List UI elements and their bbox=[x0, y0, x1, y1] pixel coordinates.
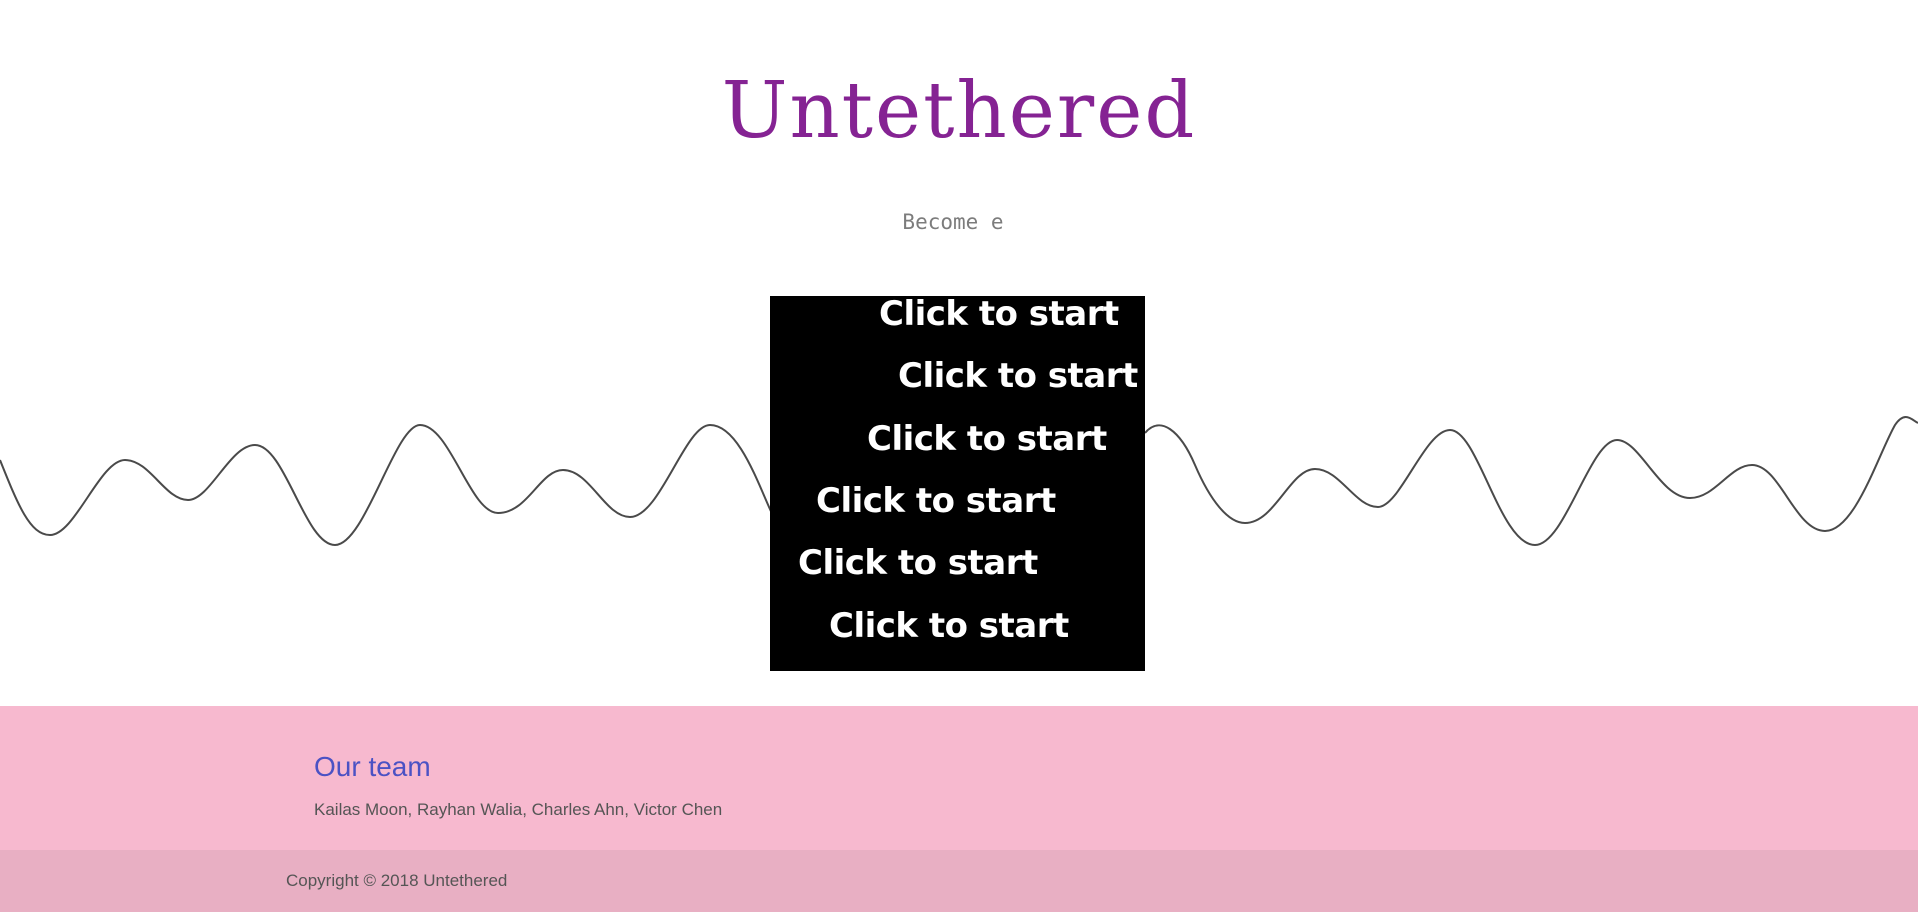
click-to-start-label[interactable]: Click to start bbox=[816, 484, 1056, 518]
wave-line-right bbox=[1144, 415, 1918, 547]
tagline-text: Become e bbox=[902, 210, 1004, 234]
footer-team-section: Our team Kailas Moon, Rayhan Walia, Char… bbox=[0, 706, 1918, 850]
page-title: Untethered bbox=[721, 66, 1197, 156]
click-to-start-label[interactable]: Click to start bbox=[898, 359, 1138, 393]
click-to-start-label[interactable]: Click to start bbox=[867, 422, 1107, 456]
copyright-text: Copyright © 2018 Untethered bbox=[286, 871, 508, 890]
click-to-start-label[interactable]: Click to start bbox=[798, 546, 1038, 580]
page: Untethered Become e Click to start Click… bbox=[0, 0, 1918, 912]
click-to-start-label[interactable]: Click to start bbox=[829, 609, 1069, 643]
game-canvas[interactable]: Click to start Click to start Click to s… bbox=[770, 296, 1145, 671]
team-members: Kailas Moon, Rayhan Walia, Charles Ahn, … bbox=[314, 800, 723, 819]
team-heading: Our team bbox=[314, 751, 431, 782]
click-to-start-label[interactable]: Click to start bbox=[879, 297, 1119, 331]
footer-copyright-bar: Copyright © 2018 Untethered bbox=[0, 850, 1918, 912]
wave-line bbox=[0, 423, 776, 547]
